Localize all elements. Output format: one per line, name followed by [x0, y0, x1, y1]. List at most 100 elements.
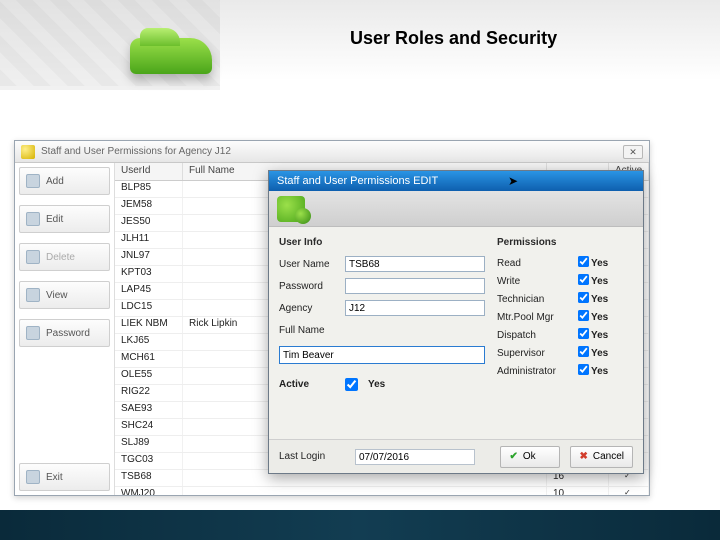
main-close-button[interactable]: ✕ [623, 145, 643, 159]
checkmark-icon: ✔ [509, 451, 517, 462]
cell-userid: RIG22 [115, 385, 183, 401]
cell-userid: KPT03 [115, 266, 183, 282]
permission-checkbox[interactable] [577, 310, 588, 321]
cell-userid: JES50 [115, 215, 183, 231]
permission-value: Yes [591, 258, 619, 269]
cell-userid: LAP45 [115, 283, 183, 299]
view-button[interactable]: View [19, 281, 110, 309]
lastlogin-value: 07/07/2016 [355, 449, 475, 465]
permission-row: DispatchYes [497, 326, 633, 344]
permission-label: Read [497, 258, 575, 269]
password-button[interactable]: Password [19, 319, 110, 347]
cancel-icon: ✖ [579, 451, 587, 462]
password-label: Password [46, 328, 90, 339]
ok-label: Ok [523, 451, 536, 462]
permission-label: Dispatch [497, 330, 575, 341]
slide-title: User Roles and Security [350, 28, 557, 49]
toolbar: Add Edit Delete View Password Exit [15, 163, 115, 495]
cell-userid: WMJ20 [115, 487, 183, 495]
permission-row: Supervisor Yes [497, 344, 633, 362]
permissions-heading: Permissions [497, 237, 633, 248]
permission-checkbox[interactable] [577, 274, 588, 285]
password-input[interactable] [345, 278, 485, 294]
active-label: Active [279, 379, 345, 390]
permission-label: Administrator [497, 366, 575, 377]
cell-userid: JNL97 [115, 249, 183, 265]
edit-dialog-title: Staff and User Permissions EDIT [277, 175, 438, 187]
active-value: Yes [368, 379, 385, 390]
cell-active [609, 487, 649, 495]
delete-label: Delete [46, 252, 75, 263]
user-info-heading: User Info [279, 237, 485, 248]
permission-value: Yes [591, 294, 619, 305]
permission-label: Mtr.Pool Mgr [497, 312, 575, 323]
permission-row: Write Yes [497, 272, 633, 290]
edit-button[interactable]: Edit [19, 205, 110, 233]
permission-value: Yes [591, 276, 619, 287]
cell-userid: SHC24 [115, 419, 183, 435]
permission-value: Yes [591, 348, 619, 359]
permission-checkbox[interactable] [577, 292, 588, 303]
col-userid[interactable]: UserId [115, 163, 183, 180]
cell-userid: LKJ65 [115, 334, 183, 350]
cell-date: 10 [547, 487, 609, 495]
cell-userid: SLJ89 [115, 436, 183, 452]
agency-input[interactable] [345, 300, 485, 316]
permission-value: Yes [591, 312, 619, 323]
edit-dialog-banner [269, 191, 643, 227]
cell-userid: SAE93 [115, 402, 183, 418]
add-button[interactable]: Add [19, 167, 110, 195]
ok-button[interactable]: ✔ Ok [500, 446, 560, 468]
cancel-label: Cancel [593, 451, 624, 462]
people-icon [277, 196, 305, 222]
cell-userid: JLH11 [115, 232, 183, 248]
agency-label: Agency [279, 303, 345, 314]
main-window-title: Staff and User Permissions for Agency J1… [41, 146, 623, 157]
permissions-section: Permissions Read Yes Write Yes Technician Yes… [497, 235, 633, 396]
edit-label: Edit [46, 214, 63, 225]
permission-checkbox[interactable] [577, 364, 588, 375]
permission-row: Mtr.Pool Mgr Yes [497, 308, 633, 326]
permission-label: Technician [497, 294, 575, 305]
password-icon [26, 326, 40, 340]
edit-icon [26, 212, 40, 226]
lastlogin-label: Last Login [279, 451, 345, 462]
exit-label: Exit [46, 472, 63, 483]
permission-label: Write [497, 276, 575, 287]
permission-checkbox[interactable] [577, 256, 588, 267]
delete-button[interactable]: Delete [19, 243, 110, 271]
cell-userid: OLE55 [115, 368, 183, 384]
add-icon [26, 174, 40, 188]
permission-value: Yes [591, 366, 619, 377]
view-label: View [46, 290, 68, 301]
permission-checkbox[interactable] [577, 346, 588, 357]
add-label: Add [46, 176, 64, 187]
check-icon [625, 473, 632, 480]
exit-icon [26, 470, 40, 484]
user-info-section: User Info User Name Password Agency Full… [279, 235, 485, 396]
edit-dialog: Staff and User Permissions EDIT User Inf… [268, 170, 644, 474]
cancel-button[interactable]: ✖ Cancel [570, 446, 633, 468]
permission-row: Technician Yes [497, 290, 633, 308]
username-input[interactable] [345, 256, 485, 272]
view-icon [26, 288, 40, 302]
table-row[interactable]: WMJ20 10 [115, 487, 649, 495]
permission-checkbox[interactable] [577, 328, 588, 339]
edit-dialog-titlebar[interactable]: Staff and User Permissions EDIT [269, 171, 643, 191]
cell-userid: TGC03 [115, 453, 183, 469]
active-checkbox[interactable] [345, 378, 358, 391]
permission-label: Supervisor [497, 348, 575, 359]
cell-userid: LDC15 [115, 300, 183, 316]
cell-userid: BLP85 [115, 181, 183, 197]
decorative-footer [0, 510, 720, 540]
decorative-green-car [130, 38, 212, 74]
fullname-input[interactable] [279, 346, 485, 364]
check-icon [625, 490, 632, 495]
cell-userid: LIEK NBM [115, 317, 183, 333]
permission-row: Read Yes [497, 254, 633, 272]
cell-userid: TSB68 [115, 470, 183, 486]
main-titlebar[interactable]: Staff and User Permissions for Agency J1… [15, 141, 649, 163]
exit-button[interactable]: Exit [19, 463, 110, 491]
username-label: User Name [279, 259, 345, 270]
cell-userid: MCH61 [115, 351, 183, 367]
